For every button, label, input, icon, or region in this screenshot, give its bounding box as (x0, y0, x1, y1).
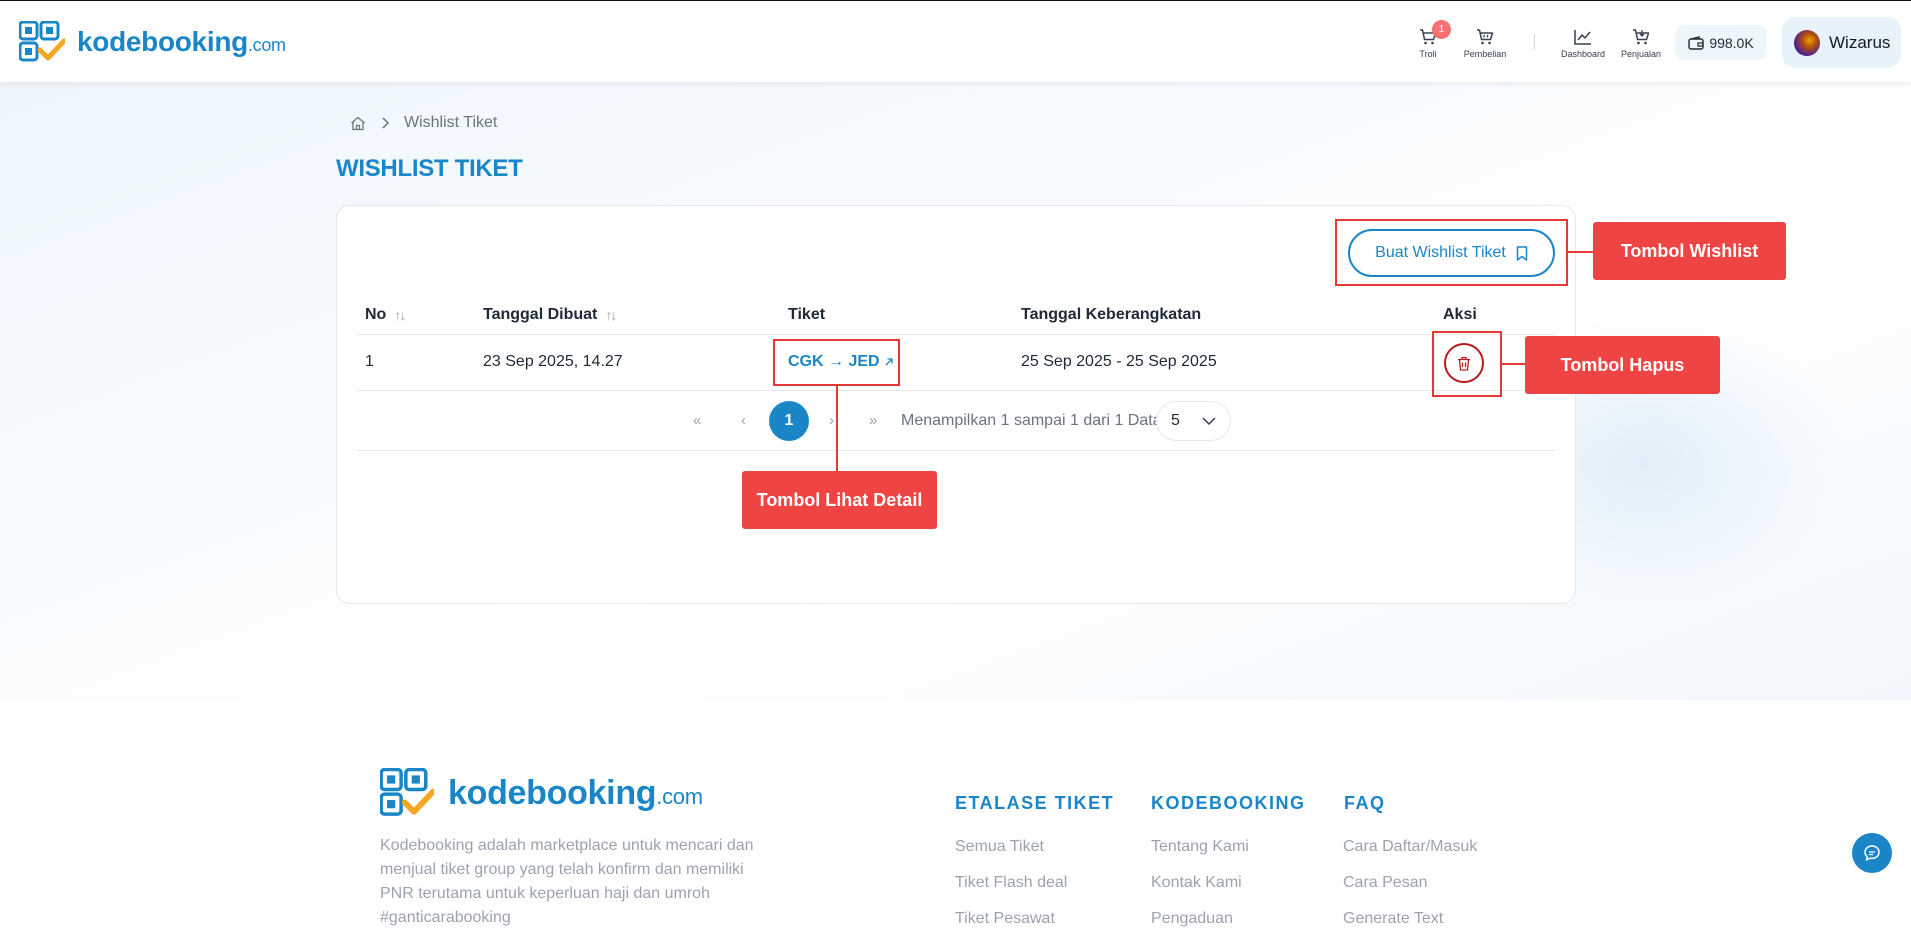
detail-highlight-box (773, 339, 900, 386)
pagination-info: Menampilkan 1 sampai 1 dari 1 Data (901, 412, 1162, 429)
cell-created: 23 Sep 2025, 14.27 (483, 353, 623, 370)
page-size-select[interactable]: 5 (1156, 401, 1231, 441)
wallet-icon (1688, 35, 1705, 50)
sales-button[interactable]: Penjualan (1611, 29, 1671, 59)
first-page-button[interactable]: « (693, 412, 701, 429)
cart-label: Troli (1419, 49, 1437, 59)
footer-link-complaints[interactable]: Pengaduan (1151, 910, 1233, 928)
chat-button[interactable] (1852, 833, 1892, 873)
breadcrumb: Wishlist Tiket (350, 114, 497, 132)
footer-link-how-to-order[interactable]: Cara Pesan (1343, 874, 1428, 892)
delete-connector (1502, 363, 1525, 365)
wishlist-connector (1568, 251, 1593, 253)
chart-icon (1574, 30, 1591, 45)
column-header-ticket: Tiket (788, 306, 826, 323)
dashboard-label: Dashboard (1560, 49, 1606, 59)
footer-col-title-kodebooking: KODEBOOKING (1151, 793, 1306, 813)
chat-icon (1864, 845, 1880, 861)
sort-icon: ↑↓ (605, 307, 617, 323)
user-name: Wizarus (1829, 32, 1891, 52)
column-header-action: Aksi (1443, 306, 1477, 323)
chevron-down-icon (1202, 417, 1216, 425)
footer-col-title-etalase: ETALASE TIKET (955, 793, 1115, 813)
purchases-label: Pembelian (1463, 49, 1507, 59)
brand-logo[interactable]: kodebooking.com (18, 20, 286, 63)
column-header-created[interactable]: Tanggal Dibuat ↑↓ (483, 306, 617, 324)
column-header-no[interactable]: No ↑↓ (365, 306, 406, 324)
cart-button[interactable]: 1 Troli (1398, 20, 1458, 59)
table-header-divider (357, 334, 1555, 335)
nav-divider (1534, 34, 1535, 50)
purchases-button[interactable]: Pembelian (1455, 29, 1515, 59)
footer-link-about[interactable]: Tentang Kami (1151, 838, 1249, 856)
footer-link-all-tickets[interactable]: Semua Tiket (955, 838, 1044, 856)
sales-label: Penjualan (1620, 49, 1662, 59)
footer-description: Kodebooking adalah marketplace untuk men… (380, 837, 754, 926)
avatar (1794, 29, 1820, 56)
chevron-right-icon (382, 117, 390, 129)
breadcrumb-current: Wishlist Tiket (404, 114, 498, 131)
column-header-departure: Tanggal Keberangkatan (1021, 306, 1202, 323)
delete-highlight-box (1432, 331, 1502, 397)
next-page-button[interactable]: › (829, 412, 834, 429)
callout-detail: Tombol Lihat Detail (742, 471, 937, 529)
cell-no: 1 (365, 353, 374, 370)
basket-icon (1477, 29, 1494, 45)
logo-icon (18, 20, 67, 63)
sort-icon: ↑↓ (394, 307, 406, 323)
page-title: WISHLIST TIKET (336, 155, 523, 182)
footer-link-generate-text[interactable]: Generate Text (1343, 910, 1443, 928)
detail-connector (836, 386, 838, 471)
wishlist-highlight-box (1335, 219, 1568, 286)
prev-page-button[interactable]: ‹ (741, 412, 746, 429)
footer-link-contact[interactable]: Kontak Kami (1151, 874, 1242, 892)
table-row-divider (357, 390, 1555, 391)
balance-value: 998.0K (1709, 34, 1754, 51)
user-menu[interactable]: Wizarus (1782, 17, 1901, 68)
sales-cart-icon (1633, 29, 1650, 45)
footer-col-title-faq: FAQ (1344, 793, 1386, 813)
callout-delete: Tombol Hapus (1525, 336, 1720, 394)
logo-icon (379, 767, 436, 818)
pagination-divider (357, 450, 1555, 451)
callout-wishlist: Tombol Wishlist (1593, 222, 1786, 280)
footer-link-register[interactable]: Cara Daftar/Masuk (1343, 838, 1477, 856)
footer-link-flash-deal[interactable]: Tiket Flash deal (955, 874, 1067, 892)
home-icon[interactable] (350, 116, 366, 131)
top-navbar: kodebooking.com 1 Troli Pembelian Dashbo… (0, 0, 1911, 82)
wallet-balance[interactable]: 998.0K (1675, 25, 1767, 60)
footer-logo[interactable]: kodebooking.com (379, 767, 703, 818)
logo-text: kodebooking.com (448, 773, 703, 812)
page-1-button[interactable]: 1 (769, 401, 809, 441)
last-page-button[interactable]: » (869, 412, 877, 429)
footer-link-flight-tickets[interactable]: Tiket Pesawat (955, 910, 1055, 928)
dashboard-button[interactable]: Dashboard (1553, 29, 1613, 59)
logo-text: kodebooking.com (77, 26, 286, 57)
cell-departure: 25 Sep 2025 - 25 Sep 2025 (1021, 353, 1217, 370)
cart-count-badge: 1 (1432, 20, 1451, 39)
